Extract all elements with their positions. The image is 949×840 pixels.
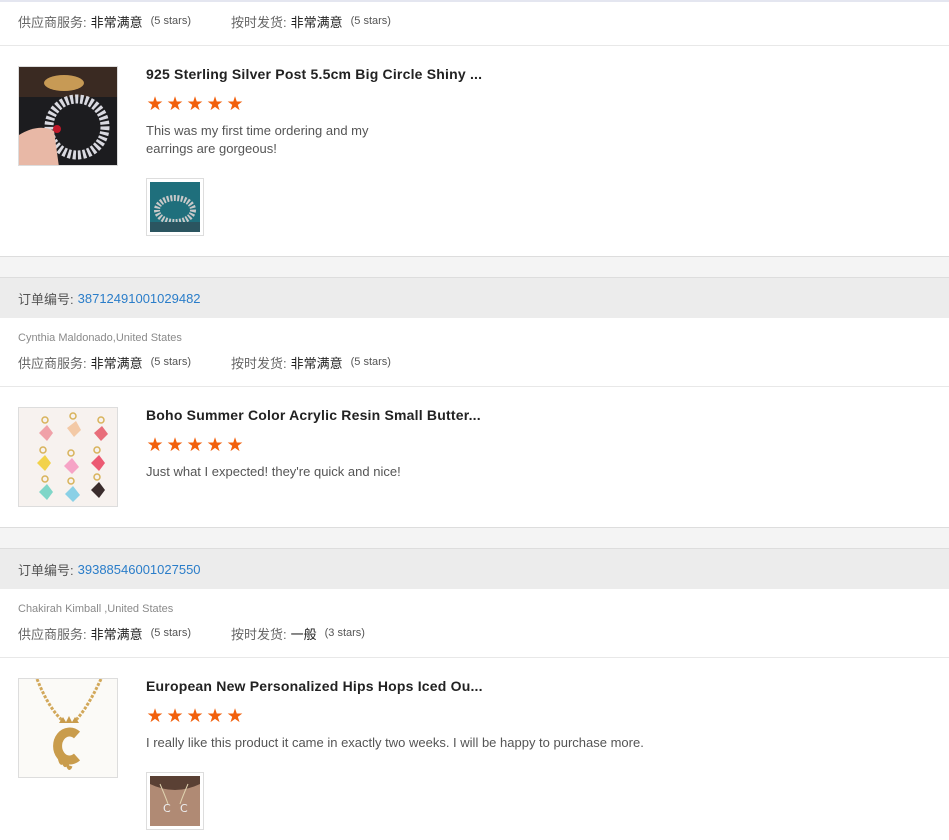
star-icon: ★ (206, 94, 224, 115)
star-icon: ★ (186, 706, 204, 727)
product-thumbnail[interactable] (18, 66, 118, 166)
divider (0, 45, 949, 46)
star-icon: ★ (186, 94, 204, 115)
divider (0, 386, 949, 387)
supplier-service-stars: (5 stars) (150, 356, 191, 368)
star-icon: ★ (206, 706, 224, 727)
delivery-value: 一般 (290, 626, 317, 642)
review-line: earrings are gorgeous! (146, 141, 277, 156)
supplier-service-value: 非常满意 (90, 355, 143, 371)
buyer-name: Chakirah Kimball ,United States (18, 603, 174, 615)
star-icon: ★ (146, 94, 164, 115)
seller-ratings-row: 供应商服务: 非常满意 (5 stars) 按时发货: 非常满意 (5 star… (18, 352, 391, 372)
order-header: 订单编号: 39388546001027550 (0, 549, 949, 589)
product-title[interactable]: 925 Sterling Silver Post 5.5cm Big Circl… (146, 66, 482, 82)
review-photo[interactable]: C C (146, 772, 204, 830)
product-thumbnail[interactable] (18, 407, 118, 507)
supplier-service-stars: (5 stars) (150, 627, 191, 639)
section-gap (0, 256, 949, 278)
supplier-service-value: 非常满意 (90, 626, 143, 642)
seller-ratings-row: 供应商服务: 非常满意 (5 stars) 按时发货: 非常满意 (5 star… (18, 11, 391, 31)
star-icon: ★ (206, 435, 224, 456)
supplier-service-value: 非常满意 (90, 14, 143, 30)
star-icon: ★ (186, 435, 204, 456)
order-number-link[interactable]: 38712491001029482 (78, 291, 201, 306)
seller-ratings-row: 供应商服务: 非常满意 (5 stars) 按时发货: 一般 (3 stars) (18, 623, 365, 643)
supplier-service-label: 供应商服务: (18, 626, 87, 642)
star-icon: ★ (146, 706, 164, 727)
svg-text:C: C (180, 802, 188, 815)
divider (0, 657, 949, 658)
product-thumbnail[interactable] (18, 678, 118, 778)
product-rating: ★ ★ ★ ★ ★ (146, 94, 244, 115)
review-text: Just what I expected! they're quick and … (146, 464, 401, 479)
star-icon: ★ (166, 435, 184, 456)
delivery-stars: (5 stars) (350, 15, 391, 27)
review-text: I really like this product it came in ex… (146, 735, 644, 750)
top-divider (0, 0, 949, 2)
supplier-service-label: 供应商服务: (18, 355, 87, 371)
delivery-label: 按时发货: (230, 355, 287, 371)
product-title[interactable]: European New Personalized Hips Hops Iced… (146, 678, 483, 694)
delivery-label: 按时发货: (230, 14, 287, 30)
star-icon: ★ (226, 435, 244, 456)
order-number-label: 订单编号: (18, 562, 74, 578)
buyer-name: Cynthia Maldonado,United States (18, 332, 182, 344)
delivery-label: 按时发货: (230, 626, 287, 642)
product-rating: ★ ★ ★ ★ ★ (146, 706, 244, 727)
supplier-service-label: 供应商服务: (18, 14, 87, 30)
order-number-link[interactable]: 39388546001027550 (78, 562, 201, 577)
star-icon: ★ (166, 94, 184, 115)
delivery-value: 非常满意 (290, 14, 343, 30)
supplier-service-stars: (5 stars) (150, 15, 191, 27)
order-number-label: 订单编号: (18, 291, 74, 307)
star-icon: ★ (226, 706, 244, 727)
product-rating: ★ ★ ★ ★ ★ (146, 435, 244, 456)
review-photo[interactable] (146, 178, 204, 236)
order-header: 订单编号: 38712491001029482 (0, 278, 949, 318)
star-icon: ★ (226, 94, 244, 115)
star-icon: ★ (166, 706, 184, 727)
delivery-stars: (5 stars) (350, 356, 391, 368)
star-icon: ★ (146, 435, 164, 456)
review-text: This was my first time ordering and my e… (146, 122, 369, 158)
review-line: This was my first time ordering and my (146, 123, 369, 138)
delivery-value: 非常满意 (290, 355, 343, 371)
delivery-stars: (3 stars) (324, 627, 365, 639)
section-gap (0, 527, 949, 549)
svg-text:C: C (163, 802, 171, 815)
product-title[interactable]: Boho Summer Color Acrylic Resin Small Bu… (146, 407, 481, 423)
